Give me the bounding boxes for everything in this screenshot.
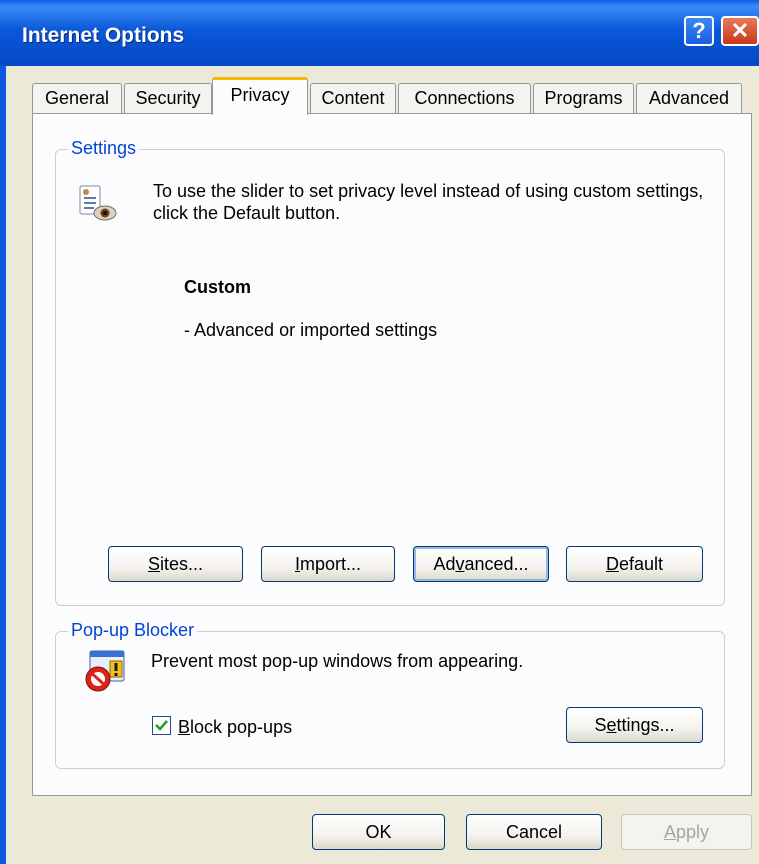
sites-button[interactable]: Sites... xyxy=(108,546,243,582)
help-button[interactable]: ? xyxy=(684,16,714,46)
advanced-button[interactable]: Advanced... xyxy=(413,546,549,582)
apply-button-accel: A xyxy=(663,822,676,842)
tab-general[interactable]: General xyxy=(32,83,122,114)
default-button-label-b: efault xyxy=(618,554,664,574)
popup-settings-button[interactable]: Settings... xyxy=(566,707,703,743)
popup-settings-accel: e xyxy=(606,715,617,735)
block-popups-label-b: lock pop-ups xyxy=(190,717,293,737)
tab-content[interactable]: Content xyxy=(310,83,396,114)
settings-group: Settings To use the slider to set privac… xyxy=(55,138,725,606)
popup-blocker-group: Pop-up Blocker Prevent most pop-up windo… xyxy=(55,620,725,769)
import-button[interactable]: Import... xyxy=(261,546,395,582)
popup-blocker-icon xyxy=(82,649,128,695)
settings-description: To use the slider to set privacy level i… xyxy=(153,181,704,223)
close-button[interactable]: ✕ xyxy=(721,16,759,46)
privacy-tab-panel: Settings To use the slider to set privac… xyxy=(32,113,752,796)
checkmark-icon xyxy=(155,720,168,731)
advanced-button-label-b: anced... xyxy=(464,554,529,574)
default-button[interactable]: Default xyxy=(566,546,703,582)
ok-button[interactable]: OK xyxy=(312,814,445,850)
apply-button[interactable]: Apply xyxy=(621,814,752,850)
default-button-accel: D xyxy=(605,554,619,574)
privacy-settings-icon xyxy=(78,182,118,224)
window-title: Internet Options xyxy=(22,24,185,47)
popup-settings-label-b: ttings... xyxy=(616,715,675,735)
title-bar[interactable]: Internet Options ? ✕ xyxy=(0,0,759,66)
settings-group-title: Settings xyxy=(68,138,140,159)
block-popups-checkbox[interactable] xyxy=(152,716,171,735)
tab-privacy[interactable]: Privacy xyxy=(212,77,308,115)
tab-advanced[interactable]: Advanced xyxy=(636,83,742,114)
apply-button-label-b: pply xyxy=(675,822,710,842)
block-popups-accel: B xyxy=(178,717,191,737)
popup-settings-label-a: S xyxy=(594,715,607,735)
dialog-client-area: General Security Privacy Content Connect… xyxy=(6,66,759,864)
popup-blocker-description: Prevent most pop-up windows from appeari… xyxy=(151,651,524,671)
tab-security[interactable]: Security xyxy=(124,83,212,114)
privacy-level-detail: - Advanced or imported settings xyxy=(184,320,438,340)
privacy-level-title: Custom xyxy=(184,277,251,297)
tab-connections[interactable]: Connections xyxy=(398,83,531,114)
import-button-label-b: mport... xyxy=(300,554,362,574)
advanced-button-label-a: Ad xyxy=(433,554,456,574)
cancel-button[interactable]: Cancel xyxy=(466,814,602,850)
block-popups-label[interactable]: Block pop-ups xyxy=(178,716,292,738)
internet-options-window: Internet Options ? ✕ General Security Pr… xyxy=(0,0,759,864)
tab-programs[interactable]: Programs xyxy=(533,83,634,114)
popup-blocker-group-title: Pop-up Blocker xyxy=(68,620,198,641)
sites-button-label-b: ites... xyxy=(160,554,204,574)
sites-button-accel: S xyxy=(147,554,160,574)
